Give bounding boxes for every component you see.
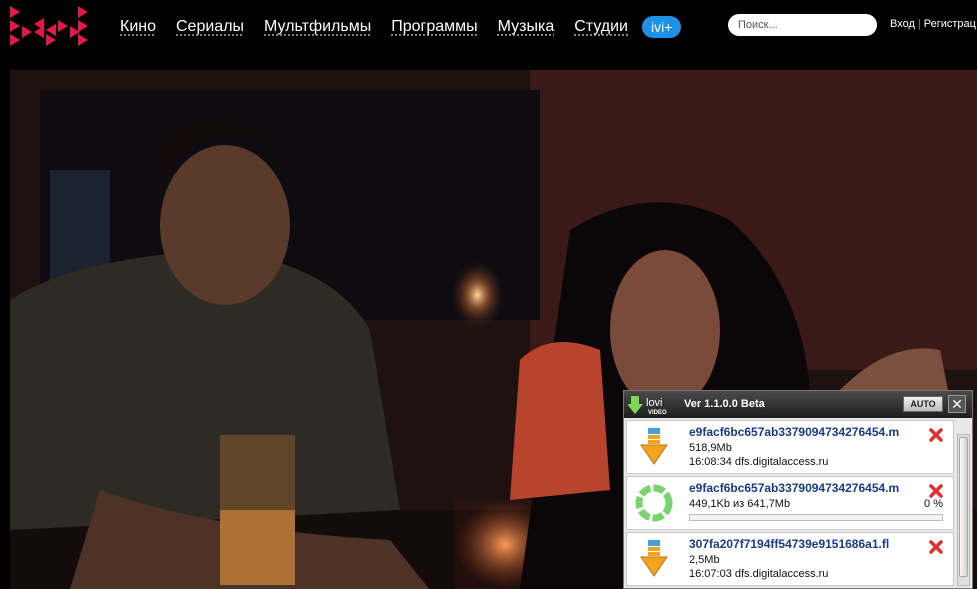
lovi-video-panel: lovi VIDEO Ver 1.1.0.0 Beta AUTO ✕ e9fac… [623,390,973,589]
lovi-titlebar[interactable]: lovi VIDEO Ver 1.1.0.0 Beta AUTO ✕ [624,391,972,418]
man-head [160,145,290,305]
login-link[interactable]: Вход [890,18,915,30]
delete-icon[interactable] [928,539,944,555]
nav-serials[interactable]: Сериалы [176,18,244,36]
progress-ring-icon [635,484,673,522]
download-item[interactable]: e9facf6bc657ab3379094734276454.m 518,9Mb… [626,420,954,474]
download-size: 2,5Mb [689,554,720,566]
ivi-logo[interactable] [8,4,90,48]
woman-face [610,250,720,410]
ivi-plus-button[interactable]: ivi+ [642,16,682,38]
download-size: 449,1Kb из 641,7Mb [689,498,791,510]
download-info: 16:07:03 dfs.digitalaccess.ru [689,568,829,580]
site-header: Кино Сериалы Мультфильмы Программы Музык… [0,0,977,52]
download-filename: 307fa207f7194ff54739e9151686a1.fl [689,537,890,551]
nav-studios[interactable]: Студии [574,18,628,36]
nav-kino[interactable]: Кино [120,18,156,36]
svg-text:lovi: lovi [646,397,663,409]
lovi-logo: lovi VIDEO [628,396,667,416]
woman-top [510,342,610,500]
main-nav: Кино Сериалы Мультфильмы Программы Музык… [120,16,701,38]
download-item[interactable]: 307fa207f7194ff54739e9151686a1.fl 2,5Mb … [626,532,954,586]
download-arrow-icon [640,540,668,577]
download-size: 518,9Mb [689,442,732,454]
auth-links: Вход | Регистрац [890,18,976,30]
close-icon[interactable]: ✕ [948,395,966,413]
download-progress-bar [689,514,943,521]
svg-text:VIDEO: VIDEO [648,410,667,416]
auth-separator: | [917,18,921,30]
search-input[interactable] [728,14,877,36]
download-info: 16:08:34 dfs.digitalaccess.ru [689,456,829,468]
scrollbar-thumb[interactable] [959,437,968,577]
register-link[interactable]: Регистрац [924,18,976,30]
nav-cartoons[interactable]: Мультфильмы [264,18,371,36]
delete-icon[interactable] [928,427,944,443]
nav-programs[interactable]: Программы [391,18,477,36]
auto-button[interactable]: AUTO [903,396,943,412]
delete-icon[interactable] [928,483,944,499]
lamp-glow [450,260,505,330]
download-item[interactable]: e9facf6bc657ab3379094734276454.m 449,1Kb… [626,476,954,530]
download-list: e9facf6bc657ab3379094734276454.m 518,9Mb… [626,420,954,588]
lovi-version: Ver 1.1.0.0 Beta [684,398,765,410]
download-filename: e9facf6bc657ab3379094734276454.m [689,425,900,439]
download-filename: e9facf6bc657ab3379094734276454.m [689,481,900,495]
download-list-scrollbar[interactable] [957,434,970,586]
download-percent: 0 % [924,498,943,510]
download-arrow-icon [640,428,668,465]
nav-music[interactable]: Музыка [498,18,555,36]
